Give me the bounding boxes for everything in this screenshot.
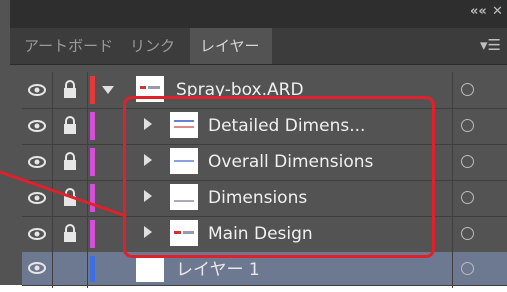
layer-color-bar [90,76,95,104]
tab-layers[interactable]: レイヤー [190,28,272,64]
collapse-panel-icon[interactable]: «« [470,4,487,19]
target-circle-icon[interactable] [461,119,474,132]
layer-thumbnail [136,256,164,282]
target-circle-icon[interactable] [461,262,474,275]
visibility-toggle[interactable] [22,216,53,252]
target-circle-icon[interactable] [461,227,474,240]
visibility-toggle[interactable] [22,180,53,216]
panel-menu-icon[interactable]: ▾☰ [480,36,501,54]
eye-icon [28,228,46,240]
lock-toggle[interactable] [53,216,88,252]
target-circle-icon[interactable] [461,83,474,96]
close-panel-icon[interactable]: ✕ [492,4,503,19]
visibility-toggle[interactable] [22,144,53,180]
eye-icon [28,156,46,168]
chevron-down-icon[interactable] [102,86,114,94]
lock-icon [64,152,76,170]
layer-color-bar [90,184,95,212]
lock-toggle[interactable] [53,252,88,288]
layer-color-bar [90,148,95,176]
lock-icon [64,224,76,242]
lock-toggle[interactable] [53,108,88,144]
annotation-highlight-box [123,96,435,258]
eye-icon [28,120,46,132]
tab-links[interactable]: リンク [130,28,175,64]
lock-icon [64,116,76,134]
visibility-toggle[interactable] [22,72,53,108]
lock-toggle[interactable] [53,144,88,180]
layer-color-bar [90,112,95,140]
layer-color-bar [90,256,95,282]
lock-icon [64,80,76,98]
lock-icon [64,188,76,206]
panel-title-bar: «« ✕ [10,0,507,28]
lock-toggle[interactable] [53,180,88,216]
target-circle-icon[interactable] [461,155,474,168]
eye-icon [28,84,46,96]
target-circle-icon[interactable] [461,191,474,204]
lock-toggle[interactable] [53,72,88,108]
layer-color-bar [90,220,95,248]
eye-icon [28,262,46,274]
panel-tab-bar: アートボード リンク レイヤー ▾☰ [10,28,507,65]
visibility-toggle[interactable] [22,252,53,288]
tab-artboards[interactable]: アートボード [24,28,113,64]
layers-panel: «« ✕ アートボード リンク レイヤー ▾☰ Spray-box.ARD De… [0,0,507,288]
visibility-toggle[interactable] [22,108,53,144]
eye-icon [28,192,46,204]
